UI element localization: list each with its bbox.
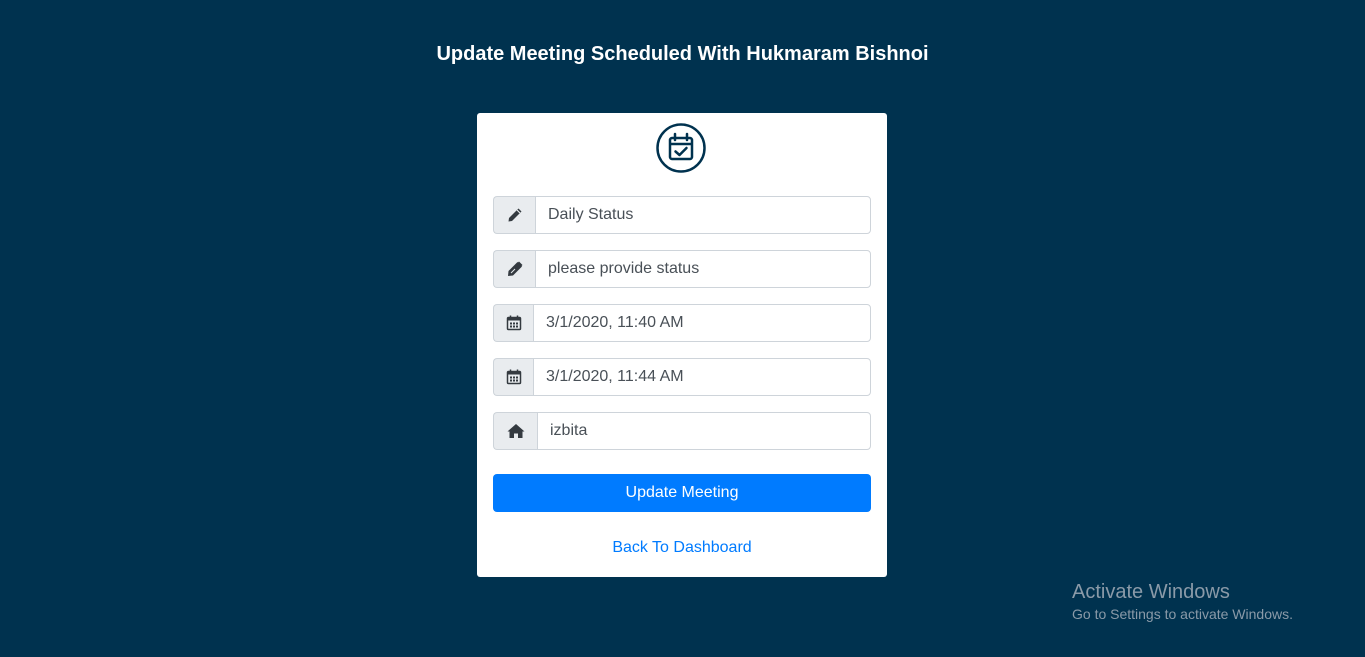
- meeting-description-group: [493, 250, 871, 288]
- update-meeting-card: Update Meeting Back To Dashboard: [477, 113, 887, 577]
- start-datetime-addon: [493, 304, 533, 342]
- calendar-icon: [506, 369, 521, 385]
- home-icon: [507, 424, 524, 438]
- calendar-icon: [506, 315, 521, 331]
- location-addon: [493, 412, 537, 450]
- update-meeting-button[interactable]: Update Meeting: [493, 474, 871, 512]
- end-datetime-addon: [493, 358, 533, 396]
- meeting-title-addon: [493, 196, 535, 234]
- page-title: Update Meeting Scheduled With Hukmaram B…: [436, 43, 929, 65]
- location-input[interactable]: [537, 412, 871, 450]
- pen-icon: [507, 261, 522, 276]
- meeting-title-group: [493, 196, 871, 234]
- start-datetime-input[interactable]: [533, 304, 871, 342]
- pencil-icon: [508, 208, 521, 222]
- location-group: [493, 412, 871, 450]
- watermark-subtitle: Go to Settings to activate Windows.: [1072, 606, 1293, 622]
- watermark-title: Activate Windows: [1072, 581, 1230, 603]
- meeting-description-addon: [493, 250, 535, 288]
- calendar-check-icon: [656, 123, 706, 173]
- start-datetime-group: [493, 304, 871, 342]
- back-to-dashboard-link[interactable]: Back To Dashboard: [477, 538, 887, 558]
- end-datetime-input[interactable]: [533, 358, 871, 396]
- activate-windows-watermark: Activate Windows Go to Settings to activ…: [1072, 580, 1293, 624]
- page: Update Meeting Scheduled With Hukmaram B…: [0, 0, 1365, 657]
- meeting-title-input[interactable]: [535, 196, 871, 234]
- meeting-description-input[interactable]: [535, 250, 871, 288]
- end-datetime-group: [493, 358, 871, 396]
